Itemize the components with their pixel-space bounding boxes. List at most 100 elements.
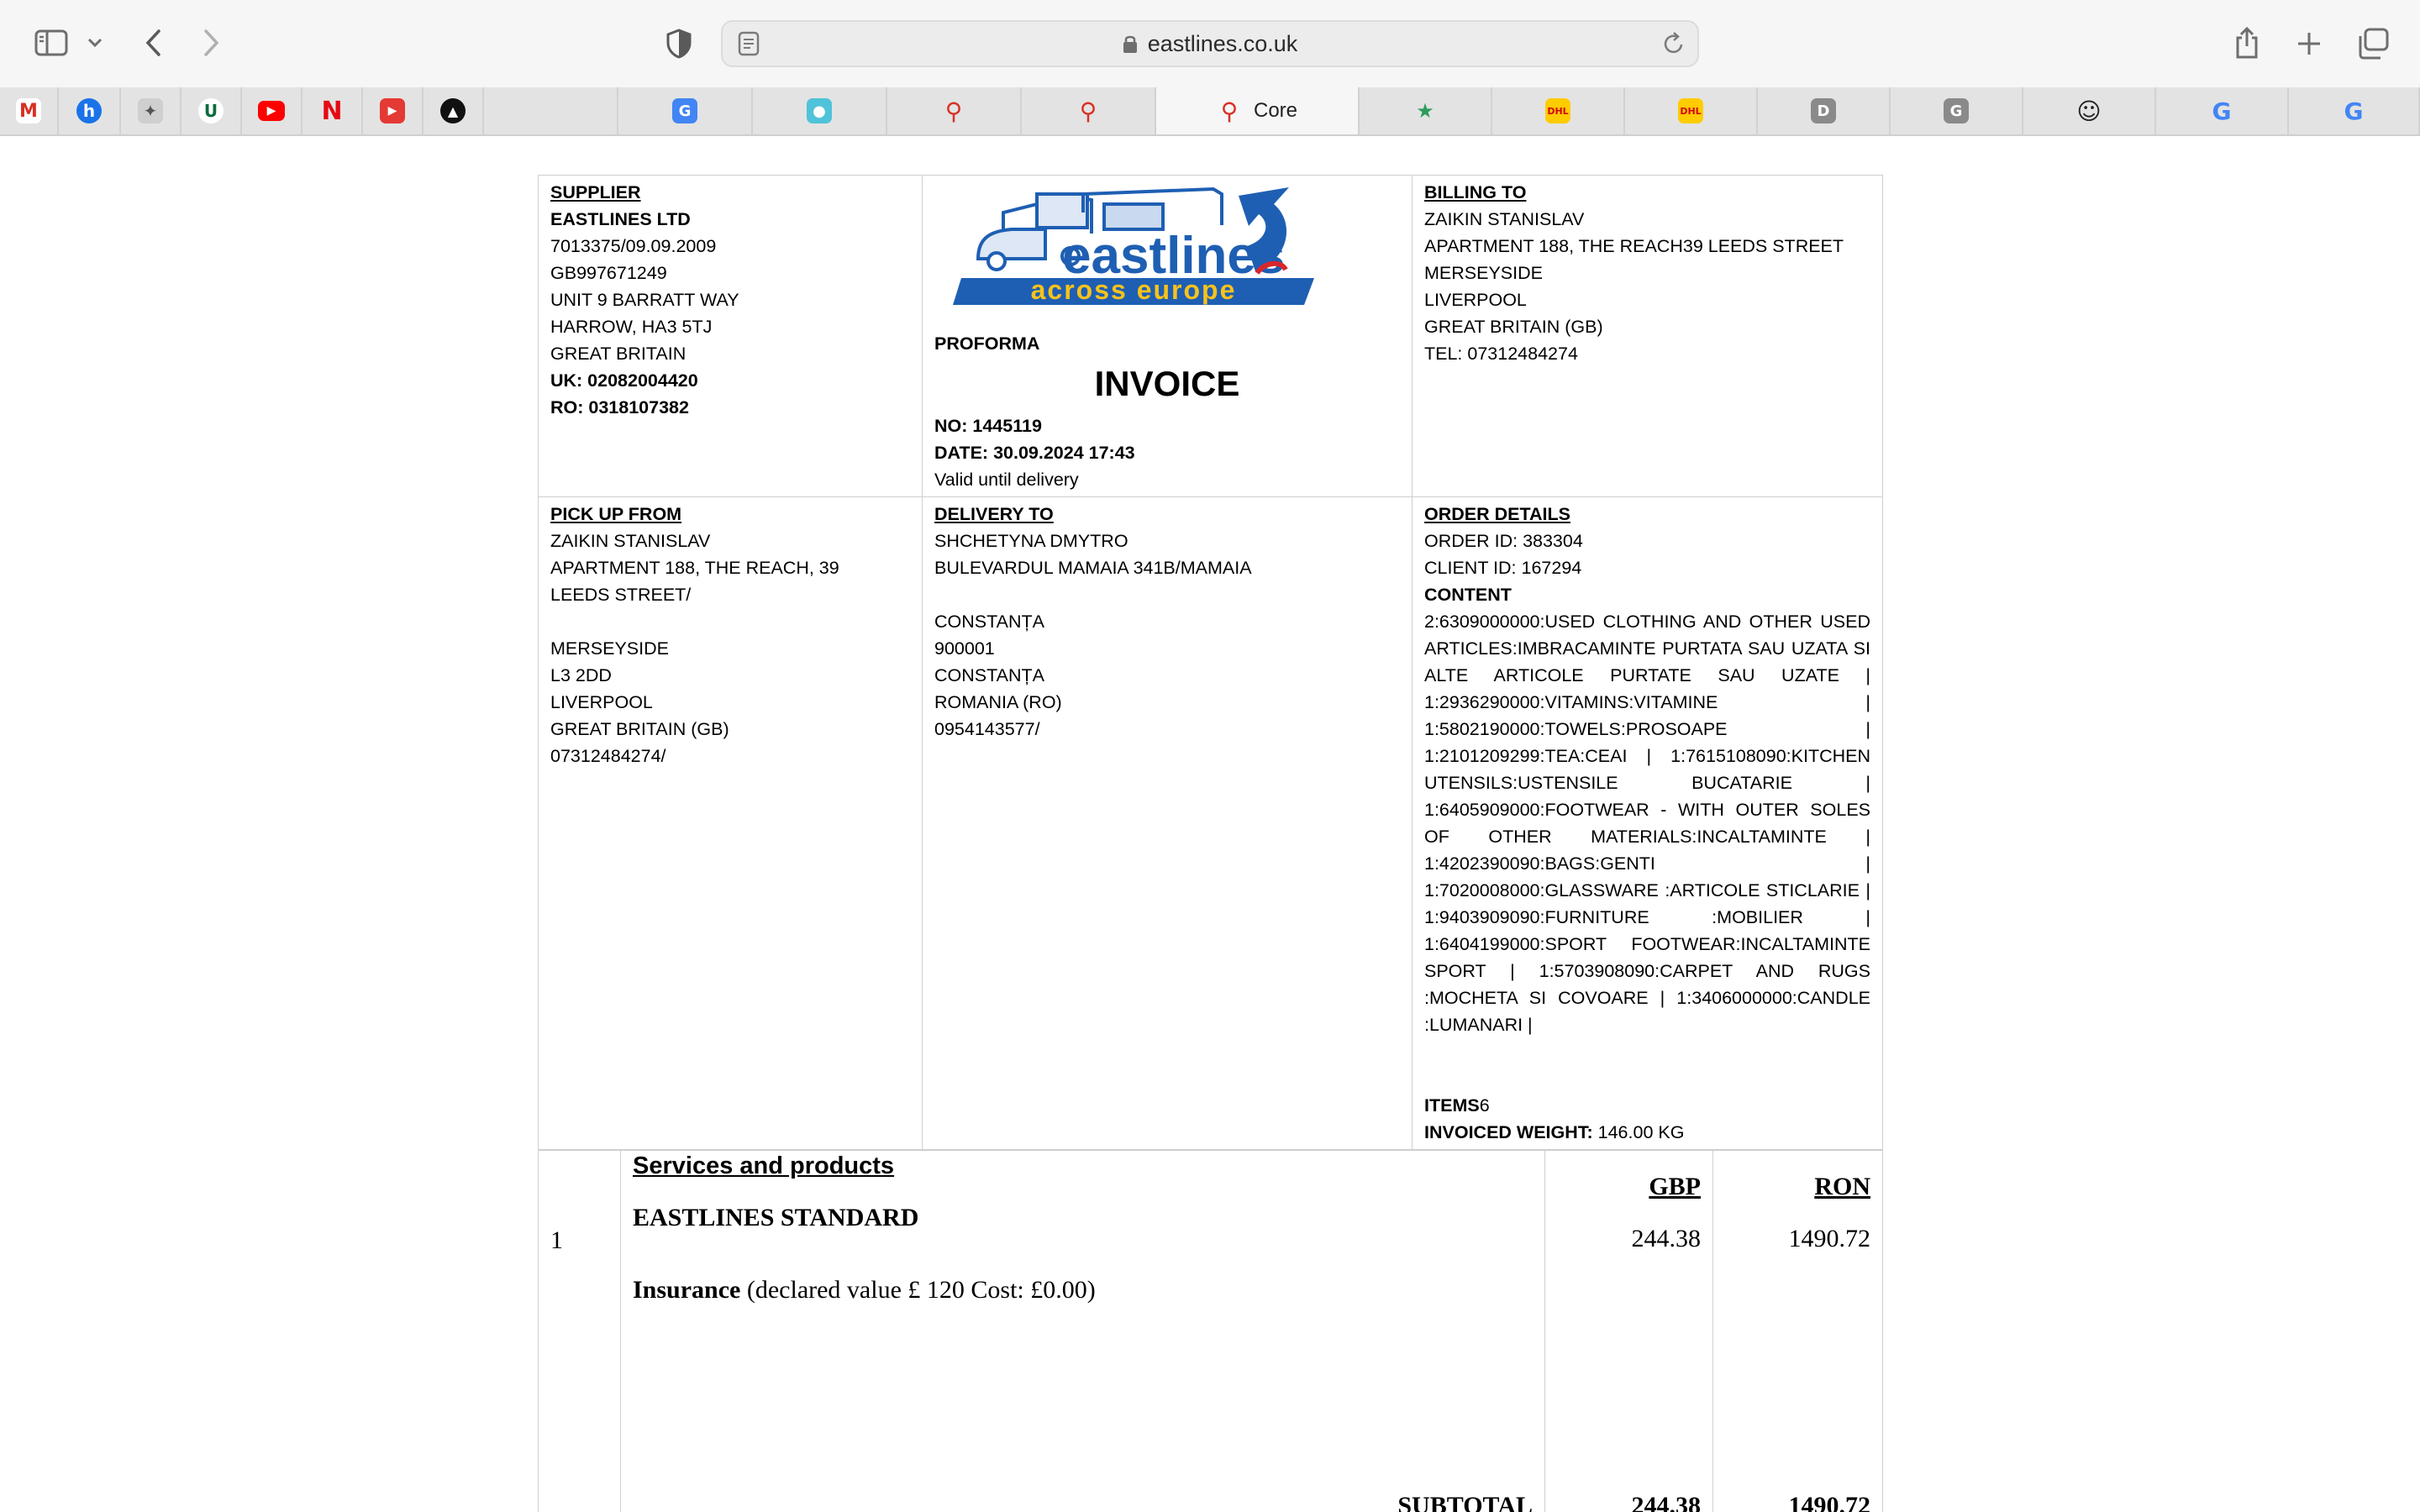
tab-core[interactable]: ⚲ Core xyxy=(1156,87,1360,134)
supplier-phone-ro: RO: 0318107382 xyxy=(550,397,689,417)
tab-bookmark-8[interactable]: ▲ xyxy=(424,87,484,134)
supplier-address2: HARROW, HA3 5TJ xyxy=(550,317,713,337)
invoice-document: SUPPLIER EASTLINES LTD 7013375/09.09.200… xyxy=(538,175,1883,1512)
pickup-cell: PICK UP FROM ZAIKIN STANISLAV APARTMENT … xyxy=(538,496,923,1150)
invoice-header-table: SUPPLIER EASTLINES LTD 7013375/09.09.200… xyxy=(538,175,1883,1150)
tab-youtube[interactable]: ▶ xyxy=(242,87,302,134)
delivery-address: BULEVARDUL MAMAIA 341B/MAMAIA xyxy=(934,558,1252,578)
ron-cell: RON 1490.72 1490.72 xyxy=(1712,1150,1883,1512)
map-pin-icon: ⚲ xyxy=(944,97,963,125)
delivery-name: SHCHETYNA DMYTRO xyxy=(934,531,1128,551)
gbp-column-header: GBP xyxy=(1649,1173,1701,1200)
invoice-number: NO: 1445119 xyxy=(934,416,1042,436)
invoice-validity: Valid until delivery xyxy=(934,470,1079,490)
billing-heading: BILLING TO xyxy=(1424,182,1527,202)
sidebar-toggle-icon[interactable] xyxy=(32,25,71,60)
gmail-icon: M xyxy=(16,98,41,123)
ron-column-header: RON xyxy=(1814,1173,1870,1200)
subtotal-label: SUBTOTAL xyxy=(1397,1492,1533,1512)
map-pin-icon: ⚲ xyxy=(1220,97,1239,125)
billing-name: ZAIKIN STANISLAV xyxy=(1424,209,1585,229)
d-letter-icon: D xyxy=(1811,98,1836,123)
insurance-detail: (declared value £ 120 Cost: £0.00) xyxy=(740,1276,1096,1304)
tab-star[interactable]: ★ xyxy=(1360,87,1492,134)
u-logo-icon: U xyxy=(198,98,224,123)
tab-g-app[interactable]: G xyxy=(1891,87,2023,134)
delivery-postcode: 900001 xyxy=(934,638,995,659)
tab-google-2[interactable]: G xyxy=(2289,87,2420,134)
logo-tagline: across europe xyxy=(1031,275,1237,305)
delivery-phone: 0954143577/ xyxy=(934,719,1040,739)
tab-bookmark-3[interactable]: ✦ xyxy=(121,87,182,134)
share-icon[interactable] xyxy=(2232,24,2262,62)
invoice-title: INVOICE xyxy=(1094,364,1240,403)
new-tab-plus-icon[interactable] xyxy=(2292,27,2326,60)
pickup-postcode: L3 2DD xyxy=(550,665,612,685)
billing-county: MERSEYSIDE xyxy=(1424,263,1543,283)
address-bar[interactable]: eastlines.co.uk xyxy=(721,20,1699,67)
insurance-label: Insurance xyxy=(633,1276,741,1304)
description-cell: Services and products EASTLINES STANDARD… xyxy=(620,1150,1545,1512)
tab-dhl-1[interactable]: DHL xyxy=(1492,87,1625,134)
billing-cell: BILLING TO ZAIKIN STANISLAV APARTMENT 18… xyxy=(1412,175,1883,497)
back-arrow-icon[interactable] xyxy=(138,25,168,60)
order-heading: ORDER DETAILS xyxy=(1424,504,1570,524)
netflix-icon: N xyxy=(321,96,343,126)
tab-google-1[interactable]: G xyxy=(2156,87,2289,134)
privacy-shield-icon[interactable] xyxy=(664,27,694,60)
tab-d-app[interactable]: D xyxy=(1758,87,1891,134)
supplier-address1: UNIT 9 BARRATT WAY xyxy=(550,290,739,310)
tab-maps-2[interactable]: ⚲ xyxy=(1022,87,1156,134)
pickup-address2: LEEDS STREET/ xyxy=(550,585,692,605)
tab-dhl-2[interactable]: DHL xyxy=(1625,87,1758,134)
tab-spacer xyxy=(484,87,618,134)
tab-bookmark-4[interactable]: U xyxy=(182,87,242,134)
tab-bookmark-7[interactable]: ▶ xyxy=(363,87,424,134)
supplier-company: EASTLINES LTD xyxy=(550,209,691,229)
content-heading: CONTENT xyxy=(1424,585,1512,605)
tab-google-translate[interactable]: G xyxy=(618,87,753,134)
browser-toolbar: eastlines.co.uk xyxy=(0,0,2420,87)
pickup-heading: PICK UP FROM xyxy=(550,504,682,524)
tab-waze[interactable]: ☺ xyxy=(2023,87,2156,134)
forward-arrow-icon[interactable] xyxy=(197,25,227,60)
tab-maps-1[interactable]: ⚲ xyxy=(887,87,1022,134)
emblem-icon: ✦ xyxy=(138,98,163,123)
tab-overview-icon[interactable] xyxy=(2354,25,2391,62)
tab-netflix[interactable]: N xyxy=(302,87,363,134)
supplier-country: GREAT BRITAIN xyxy=(550,344,687,364)
reload-icon[interactable] xyxy=(1662,31,1686,60)
weight-line: INVOICED WEIGHT: 146.00 KG xyxy=(1424,1119,1870,1146)
content-list: 2:6309000000:USED CLOTHING AND OTHER USE… xyxy=(1424,612,1870,1035)
youtube-icon: ▶ xyxy=(258,101,285,121)
eastlines-logo: eastlines across europe xyxy=(944,179,1323,330)
translate-icon: G xyxy=(672,98,697,123)
services-heading: Services and products xyxy=(633,1152,895,1179)
dhl-icon: DHL xyxy=(1678,98,1703,123)
circle-app-icon: ● xyxy=(807,98,832,123)
delivery-country: ROMANIA (RO) xyxy=(934,692,1062,712)
tab-h-app[interactable]: h xyxy=(59,87,121,134)
pickup-city: LIVERPOOL xyxy=(550,692,653,712)
supplier-reg: 7013375/09.09.2009 xyxy=(550,236,717,256)
tab-bookmark-10[interactable]: ● xyxy=(753,87,887,134)
map-pin-icon: ⚲ xyxy=(1079,97,1097,125)
items-value: 6 xyxy=(1479,1095,1490,1116)
items-label: ITEMS xyxy=(1424,1095,1480,1116)
supplier-phone-uk: UK: 02082004420 xyxy=(550,370,698,391)
billing-address: APARTMENT 188, THE REACH39 LEEDS STREET xyxy=(1424,236,1844,256)
tab-bar: M h ✦ U ▶ N ▶ ▲ G ● ⚲ ⚲ ⚲ Core ★ DHL DHL … xyxy=(0,87,2420,136)
chevron-down-icon[interactable] xyxy=(84,32,106,54)
google-icon: G xyxy=(2344,97,2364,125)
pickup-address1: APARTMENT 188, THE REACH, 39 xyxy=(550,558,839,578)
gbp-cell: GBP 244.38 244.38 xyxy=(1544,1150,1713,1512)
tab-gmail[interactable]: M xyxy=(0,87,59,134)
order-id: ORDER ID: 383304 xyxy=(1424,531,1583,551)
supplier-cell: SUPPLIER EASTLINES LTD 7013375/09.09.200… xyxy=(538,175,923,497)
aero-logo-icon: ▲ xyxy=(440,98,466,123)
delivery-cell: DELIVERY TO SHCHETYNA DMYTRO BULEVARDUL … xyxy=(922,496,1413,1150)
